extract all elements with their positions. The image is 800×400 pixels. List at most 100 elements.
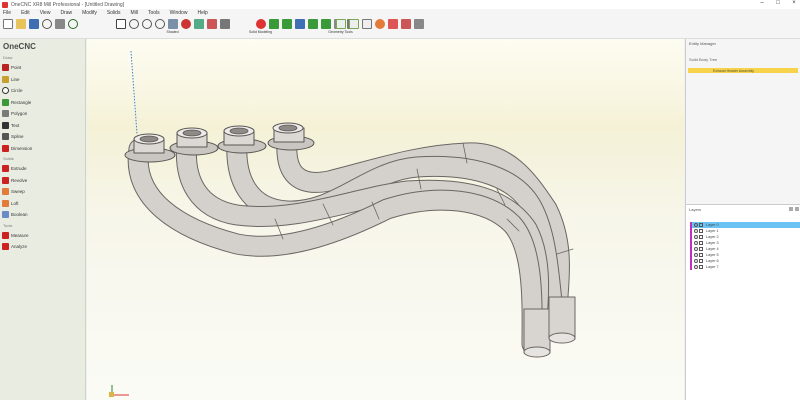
add-layer-icon[interactable] (789, 207, 793, 211)
lock-icon[interactable] (699, 264, 703, 269)
command-point[interactable]: Point (0, 62, 85, 74)
layer-row[interactable]: Layer 4 (690, 246, 800, 252)
render-button[interactable]: Shaded (166, 19, 179, 34)
command-measure[interactable]: Measure (0, 230, 85, 242)
command-extrude[interactable]: Extrude (0, 163, 85, 175)
open-button[interactable] (15, 19, 26, 29)
fillet-button[interactable] (374, 19, 385, 29)
eye-icon[interactable] (694, 252, 698, 257)
close-icon[interactable]: × (790, 0, 798, 6)
eye-icon[interactable] (694, 234, 698, 239)
menu-mill[interactable]: Mill (130, 10, 138, 16)
lock-icon[interactable] (699, 246, 703, 251)
layer-row[interactable]: Layer 3 (690, 240, 800, 246)
maximize-icon[interactable]: □ (774, 0, 782, 6)
new-button[interactable] (2, 19, 13, 29)
grid-button[interactable] (268, 19, 279, 29)
layer-row[interactable]: Layer 1 (690, 228, 800, 234)
zoom-out-button[interactable] (141, 19, 152, 29)
menu-tools[interactable]: Tools (148, 10, 160, 16)
entity-manager-title: Entity Manager (689, 41, 716, 46)
save-button[interactable] (28, 19, 39, 29)
zoom-in-button[interactable] (128, 19, 139, 29)
trim-button[interactable]: Geometry Tools (328, 19, 353, 34)
layers-panel: Layers Layer 0 Layer 1 Layer 2 Layer 3 L… (686, 204, 800, 400)
layers-button[interactable] (219, 19, 230, 29)
command-boolean[interactable]: Boolean (0, 209, 85, 221)
menu-view[interactable]: View (40, 10, 51, 16)
toolbar-modify-group: Geometry Tools (328, 19, 424, 34)
command-revolve[interactable]: Revolve (0, 175, 85, 187)
command-spline[interactable]: Spline (0, 131, 85, 143)
pan-button[interactable] (154, 19, 165, 29)
layer-row[interactable]: Layer 7 (690, 264, 800, 270)
splines-button[interactable] (320, 19, 331, 29)
command-polygon[interactable]: Polygon (0, 108, 85, 120)
shade-icon (180, 19, 191, 29)
eye-icon[interactable] (694, 228, 698, 233)
command-label: Point (11, 65, 22, 71)
print-icon (54, 19, 65, 29)
eye-icon[interactable] (694, 246, 698, 251)
points-button[interactable] (281, 19, 292, 29)
wireframe-icon (206, 19, 217, 29)
undo-button[interactable] (41, 19, 52, 29)
lock-icon[interactable] (699, 258, 703, 263)
shade-button[interactable] (180, 19, 191, 29)
layer-row[interactable]: Layer 2 (690, 234, 800, 240)
menu-modify[interactable]: Modify (82, 10, 97, 16)
layer-row[interactable]: Layer 6 (690, 258, 800, 264)
command-circle[interactable]: Circle (0, 85, 85, 97)
menu-window[interactable]: Window (170, 10, 188, 16)
zoom-out-icon (141, 19, 152, 29)
lock-icon[interactable] (699, 222, 703, 227)
wire-button[interactable] (206, 19, 217, 29)
command-dimension[interactable]: Dimension (0, 143, 85, 155)
command-sweep[interactable]: Sweep (0, 186, 85, 198)
command-label: Analyze (11, 244, 28, 250)
points-icon (281, 19, 292, 29)
layer-row[interactable]: Layer 0 (690, 222, 800, 228)
mirror-button[interactable] (400, 19, 411, 29)
lock-icon[interactable] (699, 240, 703, 245)
rotate-button[interactable] (413, 19, 424, 29)
chamfer-button[interactable] (387, 19, 398, 29)
tree-selected-item[interactable]: Exhaust Header Assembly (688, 68, 798, 73)
offset-button[interactable] (361, 19, 372, 29)
render-icon (167, 19, 178, 29)
menu-solids[interactable]: Solids (107, 10, 121, 16)
command-text[interactable]: Text (0, 120, 85, 132)
minimize-icon[interactable]: – (758, 0, 766, 6)
menu-help[interactable]: Help (197, 10, 207, 16)
hidden-button[interactable] (193, 19, 204, 29)
eye-icon[interactable] (694, 264, 698, 269)
menu-file[interactable]: File (3, 10, 11, 16)
extend-button[interactable] (348, 19, 359, 29)
print-button[interactable] (54, 19, 65, 29)
command-line[interactable]: Line (0, 74, 85, 86)
command-rectangle[interactable]: Rectangle (0, 97, 85, 109)
lock-icon[interactable] (699, 228, 703, 233)
arcs-button[interactable] (307, 19, 318, 29)
lines-button[interactable] (294, 19, 305, 29)
menu-edit[interactable]: Edit (21, 10, 30, 16)
window-title: OneCNC XR8 Mill Professional - [Untitled… (11, 1, 125, 8)
eye-icon[interactable] (694, 240, 698, 245)
toolbar-view-group: Shaded (115, 19, 230, 34)
layer-row[interactable]: Layer 5 (690, 252, 800, 258)
fit-button[interactable] (115, 19, 126, 29)
eye-icon[interactable] (694, 258, 698, 263)
pipes-group (124, 122, 576, 358)
3d-viewport[interactable] (87, 39, 684, 400)
lock-icon[interactable] (699, 252, 703, 257)
snap-button[interactable]: Solid Modeling (249, 19, 272, 34)
command-analyze[interactable]: Analyze (0, 241, 85, 253)
zoom-button[interactable] (67, 19, 78, 29)
measure-icon (2, 231, 9, 239)
lock-icon[interactable] (699, 234, 703, 239)
delete-layer-icon[interactable] (795, 207, 799, 211)
menu-draw[interactable]: Draw (60, 10, 72, 16)
extrude-icon (2, 165, 9, 173)
command-loft[interactable]: Loft (0, 198, 85, 210)
eye-icon[interactable] (694, 222, 698, 227)
